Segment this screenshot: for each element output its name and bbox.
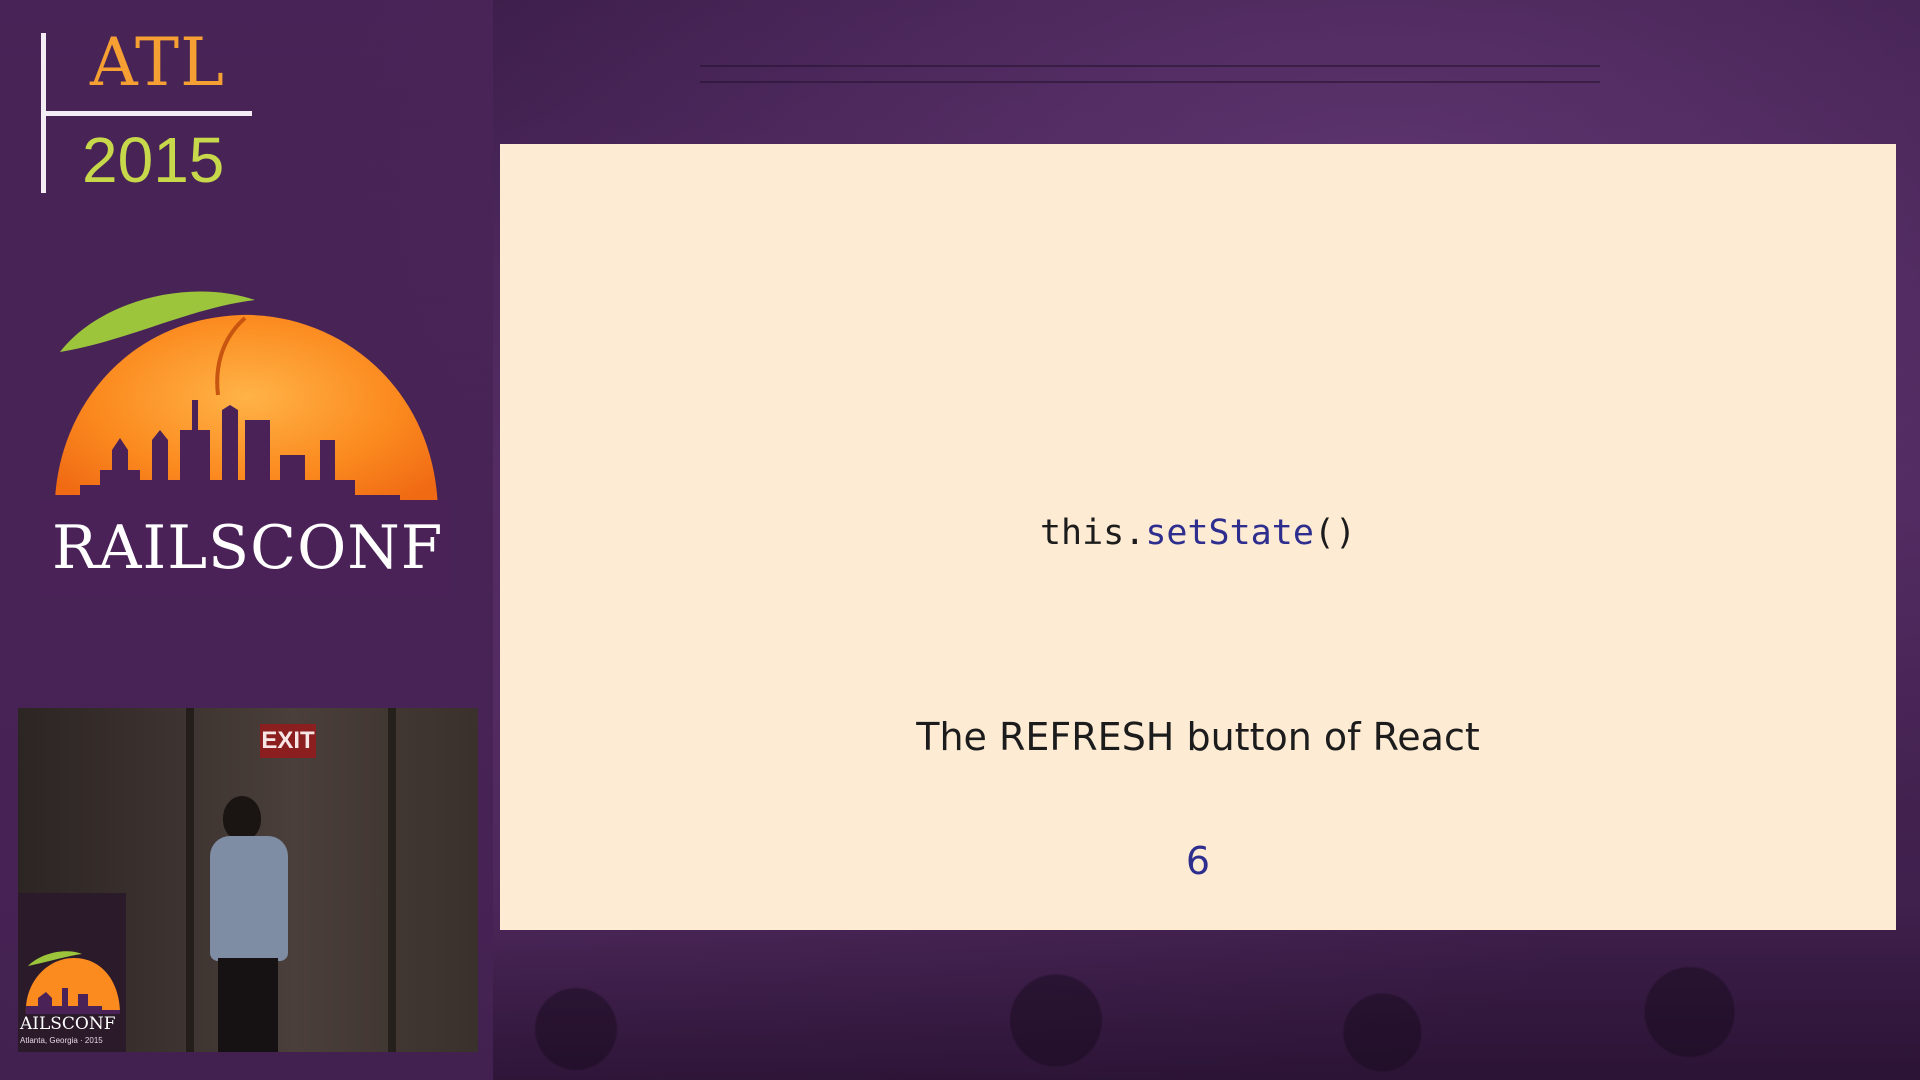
slide-code-snippet: this.setState() [500, 516, 1896, 551]
speaker-camera-feed: EXIT AILSCONF Atlanta, Georgia · 2015 [18, 708, 478, 1052]
badge-horizontal-rule [41, 111, 252, 116]
podium-subtitle: Atlanta, Georgia · 2015 [20, 1036, 103, 1045]
code-prefix: this. [1039, 513, 1146, 553]
speaker-head [223, 796, 261, 840]
speaker-legs [218, 958, 278, 1052]
stage-lighting-truss [700, 65, 1600, 83]
exit-sign: EXIT [260, 724, 316, 758]
badge-year: 2015 [82, 124, 225, 196]
slide-caption: The REFRESH button of React [916, 715, 1480, 759]
branding-sidebar: ATL 2015 RAILSCONF EXIT AILSCONF Atlanta… [0, 0, 493, 1080]
logo-wordmark: RAILSCONF [52, 513, 444, 583]
wall-panel-seam [186, 708, 194, 1052]
conference-video-frame: ATL 2015 RAILSCONF EXIT AILSCONF Atlanta… [0, 0, 1920, 1080]
podium-peach-logo-icon [25, 951, 121, 1014]
code-method: setState [1145, 513, 1314, 553]
wall-panel-seam [388, 708, 396, 1052]
badge-city: ATL [90, 24, 225, 101]
podium-wordmark: AILSCONF [20, 1014, 116, 1034]
speaker-body [210, 836, 288, 961]
code-suffix: () [1313, 513, 1357, 553]
presentation-slide: this.setState() The REFRESH button of Re… [500, 144, 1896, 930]
slide-page-number: 6 [1185, 839, 1211, 883]
